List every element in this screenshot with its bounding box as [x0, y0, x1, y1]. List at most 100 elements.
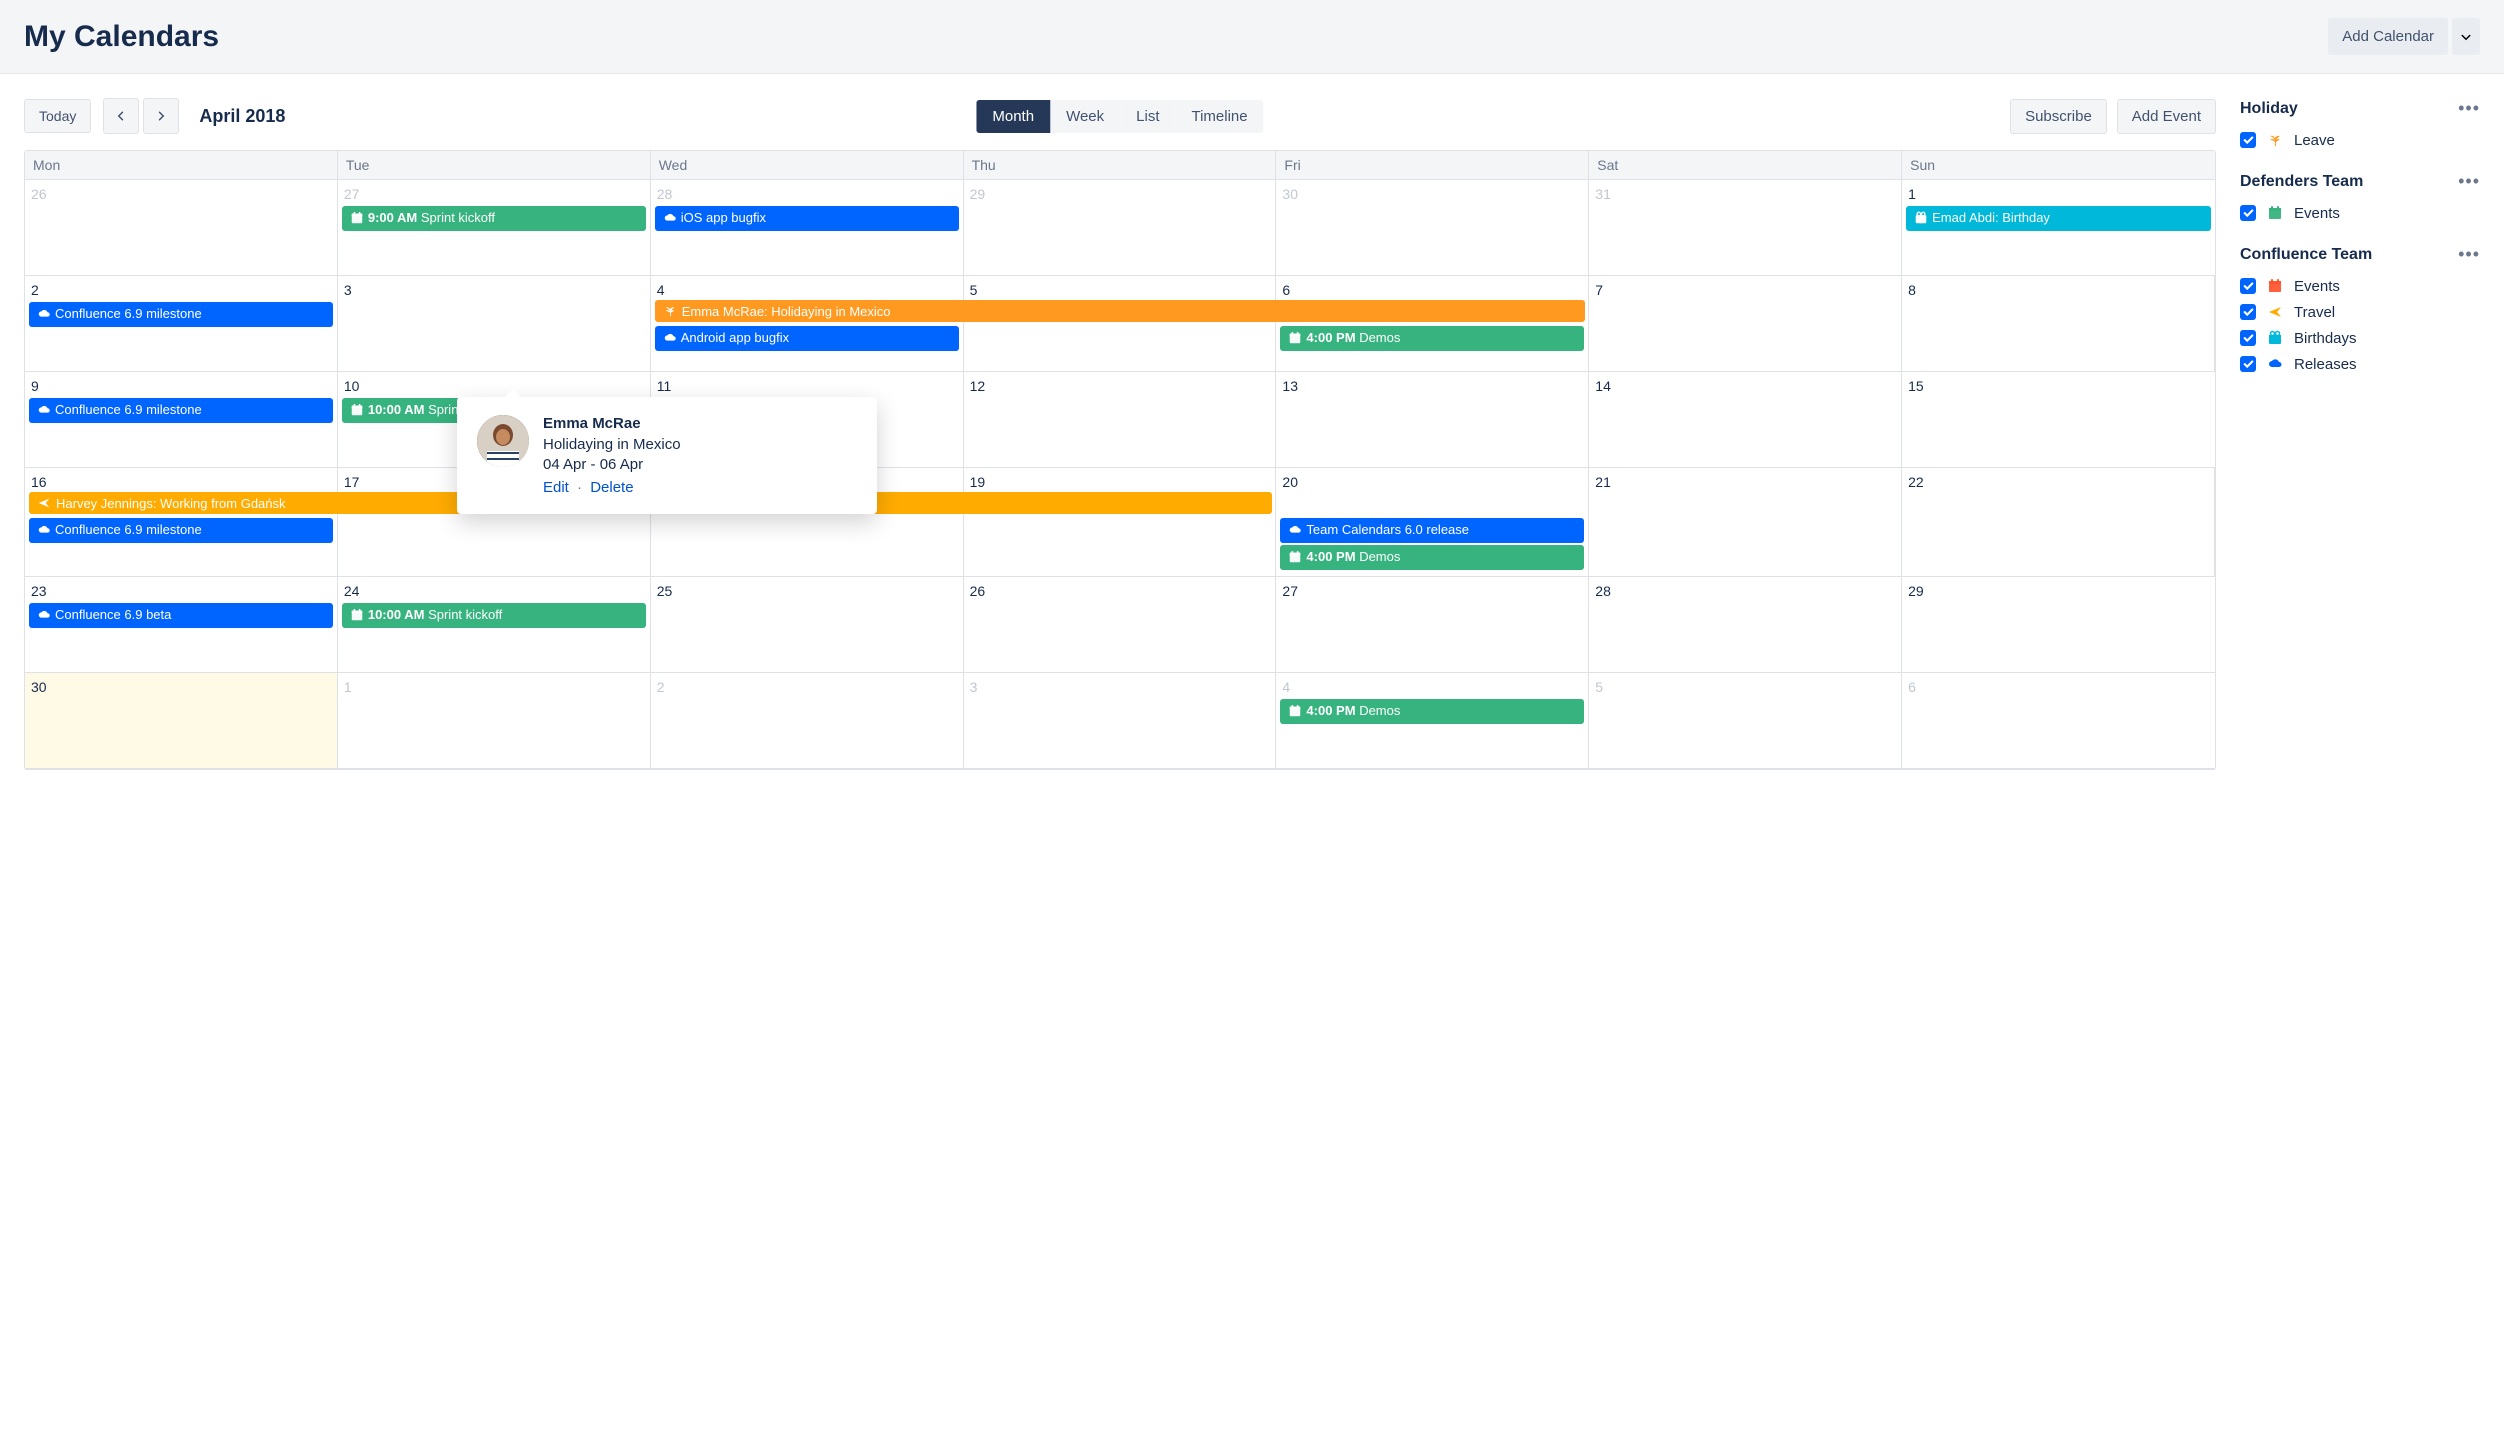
day-number: 23 — [25, 581, 337, 601]
subscribe-button[interactable]: Subscribe — [2010, 99, 2107, 134]
day-cell[interactable]: 9Confluence 6.9 milestone — [25, 372, 338, 468]
more-icon[interactable]: ••• — [2458, 98, 2480, 119]
day-number: 5 — [964, 280, 1276, 300]
popover-description: Holidaying in Mexico — [543, 436, 857, 453]
day-cell[interactable]: 1 — [338, 673, 651, 769]
day-cell[interactable]: 31 — [1589, 180, 1902, 276]
calendar-checkbox[interactable] — [2240, 205, 2256, 221]
day-cell[interactable]: 1Emad Abdi: Birthday — [1902, 180, 2215, 276]
popover-date-range: 04 Apr - 06 Apr — [543, 456, 857, 473]
day-cell[interactable]: 26 — [25, 180, 338, 276]
plane-icon — [37, 496, 51, 510]
calendar-event[interactable]: 9:00 AM Sprint kickoff — [342, 206, 646, 231]
cal-icon — [350, 403, 364, 417]
day-cell[interactable]: 20Team Calendars 6.0 release4:00 PM Demo… — [1276, 468, 1589, 577]
more-icon[interactable]: ••• — [2458, 171, 2480, 192]
day-cell[interactable]: 2410:00 AM Sprint kickoff — [338, 577, 651, 673]
calendar-event[interactable]: Android app bugfix — [655, 326, 959, 351]
day-cell[interactable]: 64:00 PM Demos — [1276, 276, 1589, 372]
calendar-checkbox[interactable] — [2240, 278, 2256, 294]
view-timeline[interactable]: Timeline — [1175, 100, 1263, 133]
calendar-checkbox[interactable] — [2240, 132, 2256, 148]
day-cell[interactable]: 5 — [1589, 673, 1902, 769]
day-cell[interactable]: 16Confluence 6.9 milestone — [25, 468, 338, 577]
day-cell[interactable]: 30 — [25, 673, 338, 769]
prev-button[interactable] — [103, 98, 139, 134]
popover-delete-link[interactable]: Delete — [590, 479, 633, 496]
day-cell[interactable]: 279:00 AM Sprint kickoff — [338, 180, 651, 276]
day-cell[interactable]: 30 — [1276, 180, 1589, 276]
day-cell[interactable]: 29 — [964, 180, 1277, 276]
calendar-checkbox[interactable] — [2240, 356, 2256, 372]
day-cell[interactable]: 12 — [964, 372, 1277, 468]
day-cell[interactable]: 2 — [651, 673, 964, 769]
day-number: 3 — [338, 280, 650, 300]
day-cell[interactable]: 8 — [1902, 276, 2215, 372]
calendar-event-span[interactable]: Emma McRae: Holidaying in Mexico — [655, 300, 1586, 322]
add-calendar-button[interactable]: Add Calendar — [2328, 18, 2448, 55]
day-cell[interactable]: 14 — [1589, 372, 1902, 468]
calendar-event[interactable]: Confluence 6.9 beta — [29, 603, 333, 628]
calendar-checkbox[interactable] — [2240, 330, 2256, 346]
view-month[interactable]: Month — [976, 100, 1050, 133]
popover-edit-link[interactable]: Edit — [543, 479, 569, 496]
day-header: Fri — [1276, 151, 1589, 180]
day-cell[interactable]: 4Android app bugfix — [651, 276, 964, 372]
day-cell[interactable]: 23Confluence 6.9 beta — [25, 577, 338, 673]
day-number: 22 — [1902, 472, 2214, 492]
add-calendar-dropdown[interactable] — [2452, 18, 2480, 55]
add-event-button[interactable]: Add Event — [2117, 99, 2216, 134]
calendar-event[interactable]: Team Calendars 6.0 release — [1280, 518, 1584, 543]
sidebar-item-label: Events — [2294, 278, 2340, 295]
day-cell[interactable]: 27 — [1276, 577, 1589, 673]
day-cell[interactable]: 44:00 PM Demos — [1276, 673, 1589, 769]
next-button[interactable] — [143, 98, 179, 134]
day-cell[interactable]: 29 — [1902, 577, 2215, 673]
calendar-event[interactable]: Emad Abdi: Birthday — [1906, 206, 2211, 231]
view-switcher: MonthWeekListTimeline — [976, 100, 1263, 133]
cal-icon — [350, 211, 364, 225]
gift-icon — [2266, 329, 2284, 347]
day-number: 28 — [1589, 581, 1901, 601]
day-cell[interactable]: 21 — [1589, 468, 1902, 577]
view-week[interactable]: Week — [1050, 100, 1120, 133]
day-number: 29 — [1902, 581, 2215, 601]
day-cell[interactable]: 28 — [1589, 577, 1902, 673]
day-cell[interactable]: 7 — [1589, 276, 1902, 372]
gift-icon — [1914, 211, 1928, 225]
calendar-event[interactable]: 4:00 PM Demos — [1280, 326, 1584, 351]
day-cell[interactable]: 25 — [651, 577, 964, 673]
sidebar-item: Leave — [2240, 127, 2480, 153]
day-cell[interactable]: 5 — [964, 276, 1277, 372]
sidebar-section-title: Holiday — [2240, 100, 2298, 118]
calendar-event[interactable]: Confluence 6.9 milestone — [29, 398, 333, 423]
page-title: My Calendars — [24, 20, 219, 54]
day-cell[interactable]: 26 — [964, 577, 1277, 673]
view-list[interactable]: List — [1120, 100, 1175, 133]
calendar-event[interactable]: 4:00 PM Demos — [1280, 545, 1584, 570]
day-cell[interactable]: 3 — [338, 276, 651, 372]
day-number: 28 — [651, 184, 963, 204]
calendar-event[interactable]: Confluence 6.9 milestone — [29, 518, 333, 543]
calendar-event[interactable]: Confluence 6.9 milestone — [29, 302, 333, 327]
day-number: 6 — [1902, 677, 2215, 697]
calendar-event[interactable]: 4:00 PM Demos — [1280, 699, 1584, 724]
today-button[interactable]: Today — [24, 99, 91, 133]
day-cell[interactable]: 13 — [1276, 372, 1589, 468]
day-cell[interactable]: 15 — [1902, 372, 2215, 468]
day-header: Sat — [1589, 151, 1902, 180]
day-number: 27 — [338, 184, 650, 204]
more-icon[interactable]: ••• — [2458, 244, 2480, 265]
day-cell[interactable]: 22 — [1902, 468, 2215, 577]
day-cell[interactable]: 2Confluence 6.9 milestone — [25, 276, 338, 372]
day-cell[interactable]: 19 — [964, 468, 1277, 577]
calendar-event[interactable]: iOS app bugfix — [655, 206, 959, 231]
calendar-checkbox[interactable] — [2240, 304, 2256, 320]
day-header: Wed — [651, 151, 964, 180]
day-number: 21 — [1589, 472, 1901, 492]
calendar-event[interactable]: 10:00 AM Sprint kickoff — [342, 603, 646, 628]
day-cell[interactable]: 6 — [1902, 673, 2215, 769]
day-cell[interactable]: 28iOS app bugfix — [651, 180, 964, 276]
cloud-icon — [37, 403, 51, 417]
day-cell[interactable]: 3 — [964, 673, 1277, 769]
